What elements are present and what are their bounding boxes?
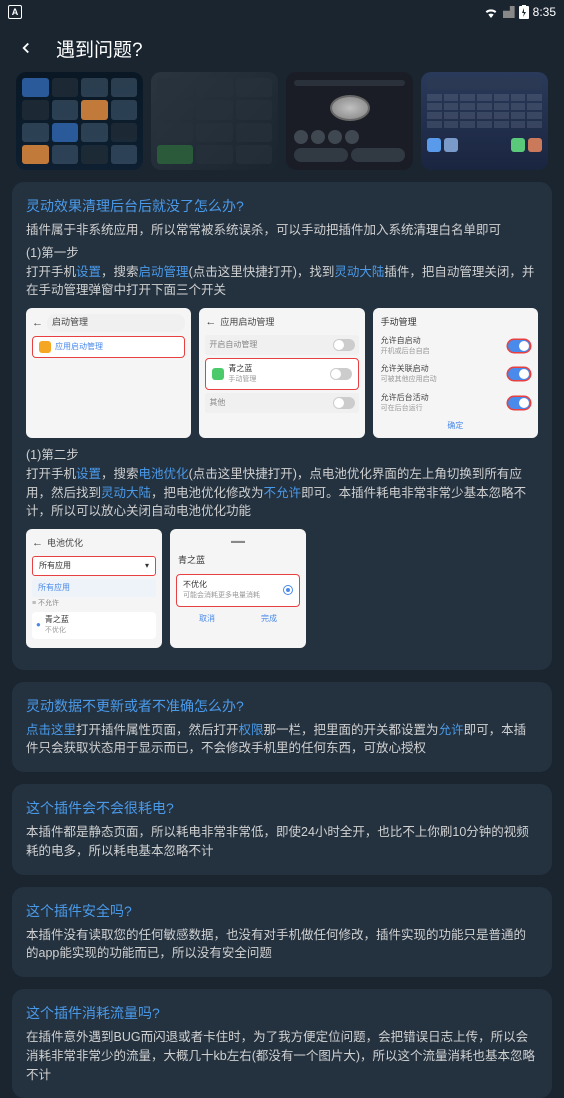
- header: 遇到问题?: [0, 24, 564, 72]
- link-settings[interactable]: 设置: [76, 265, 101, 279]
- section-title: 这个插件会不会很耗电?: [26, 798, 538, 819]
- thumbnail-3[interactable]: [286, 72, 413, 170]
- step1-text: 打开手机设置，搜索启动管理(点击这里快捷打开)，找到灵动大陆插件，把自动管理关闭…: [26, 263, 538, 301]
- status-time: 8:35: [533, 5, 556, 19]
- section-title: 灵动效果清理后台后就没了怎么办?: [26, 196, 538, 217]
- link-settings-2[interactable]: 设置: [76, 467, 101, 481]
- link-click-here[interactable]: 点击这里: [26, 723, 76, 737]
- screenshot-battery-opt: ←电池优化 所有应用▾ 所有应用 ≡ 不允许 ●青之蓝不优化: [26, 529, 162, 648]
- thumbnail-1[interactable]: [16, 72, 143, 170]
- sim-icon: [503, 6, 515, 18]
- screenshot-manual-mgmt: 手动管理 允许自启动开机或后台自启 允许关联启动可被其他应用启动 允许后台活动可…: [373, 308, 538, 438]
- screenshots-step1: ←启动管理 应用启动管理 ←应用启动管理 开启自动管理 青之蓝手动管理 其他 手…: [26, 308, 538, 438]
- section-text: 本插件没有读取您的任何敏感数据，也没有对手机做任何修改，插件实现的功能只是普通的…: [26, 926, 538, 964]
- section-text: 在插件意外遇到BUG而闪退或者卡住时，为了我方便定位问题，会把错误日志上传，所以…: [26, 1028, 538, 1084]
- thumbnail-row: [0, 72, 564, 182]
- link-startup-mgmt[interactable]: 启动管理: [139, 265, 189, 279]
- link-allow[interactable]: 允许: [439, 723, 464, 737]
- section-background-kill: 灵动效果清理后台后就没了怎么办? 插件属于非系统应用，所以常常被系统误杀，可以手…: [12, 182, 552, 670]
- link-not-allowed[interactable]: 不允许: [264, 486, 302, 500]
- screenshot-startup-list: ←应用启动管理 开启自动管理 青之蓝手动管理 其他: [199, 308, 364, 438]
- step1-heading: (1)第一步: [26, 244, 538, 263]
- section-title: 灵动数据不更新或者不准确怎么办?: [26, 696, 538, 717]
- thumbnail-2[interactable]: [151, 72, 278, 170]
- battery-icon: [519, 5, 529, 19]
- screenshot-opt-dialog: ▬▬ 青之蓝 不优化可能会消耗更多电量消耗 取消完成: [170, 529, 306, 648]
- back-button[interactable]: [16, 38, 36, 58]
- section-power-consumption: 这个插件会不会很耗电? 本插件都是静态页面，所以耗电非常非常低，即使24小时全开…: [12, 784, 552, 875]
- wifi-icon: [483, 6, 499, 18]
- step2-text: 打开手机设置，搜索电池优化(点击这里快捷打开)，点电池优化界面的左上角切换到所有…: [26, 465, 538, 521]
- section-text: 本插件都是静态页面，所以耗电非常非常低，即使24小时全开，也比不上你刷10分钟的…: [26, 823, 538, 861]
- thumbnail-4[interactable]: [421, 72, 548, 170]
- section-text: 点击这里打开插件属性页面，然后打开权限那一栏，把里面的开关都设置为允许即可，本插…: [26, 721, 538, 759]
- app-indicator-icon: A: [8, 5, 22, 19]
- screenshots-step2: ←电池优化 所有应用▾ 所有应用 ≡ 不允许 ●青之蓝不优化 ▬▬ 青之蓝 不优…: [26, 529, 306, 648]
- link-app-name-2[interactable]: 灵动大陆: [101, 486, 151, 500]
- link-battery-opt[interactable]: 电池优化: [139, 467, 189, 481]
- back-arrow-icon: [17, 39, 35, 57]
- section-data-not-updating: 灵动数据不更新或者不准确怎么办? 点击这里打开插件属性页面，然后打开权限那一栏，…: [12, 682, 552, 773]
- section-intro: 插件属于非系统应用，所以常常被系统误杀，可以手动把插件加入系统清理白名单即可: [26, 221, 538, 240]
- section-data-usage: 这个插件消耗流量吗? 在插件意外遇到BUG而闪退或者卡住时，为了我方便定位问题，…: [12, 989, 552, 1098]
- screenshot-search: ←启动管理 应用启动管理: [26, 308, 191, 438]
- section-title: 这个插件安全吗?: [26, 901, 538, 922]
- link-permissions[interactable]: 权限: [239, 723, 264, 737]
- section-security: 这个插件安全吗? 本插件没有读取您的任何敏感数据，也没有对手机做任何修改，插件实…: [12, 887, 552, 978]
- section-title: 这个插件消耗流量吗?: [26, 1003, 538, 1024]
- link-app-name[interactable]: 灵动大陆: [334, 265, 384, 279]
- step2-heading: (1)第二步: [26, 446, 538, 465]
- status-bar: A 8:35: [0, 0, 564, 24]
- page-title: 遇到问题?: [56, 35, 143, 62]
